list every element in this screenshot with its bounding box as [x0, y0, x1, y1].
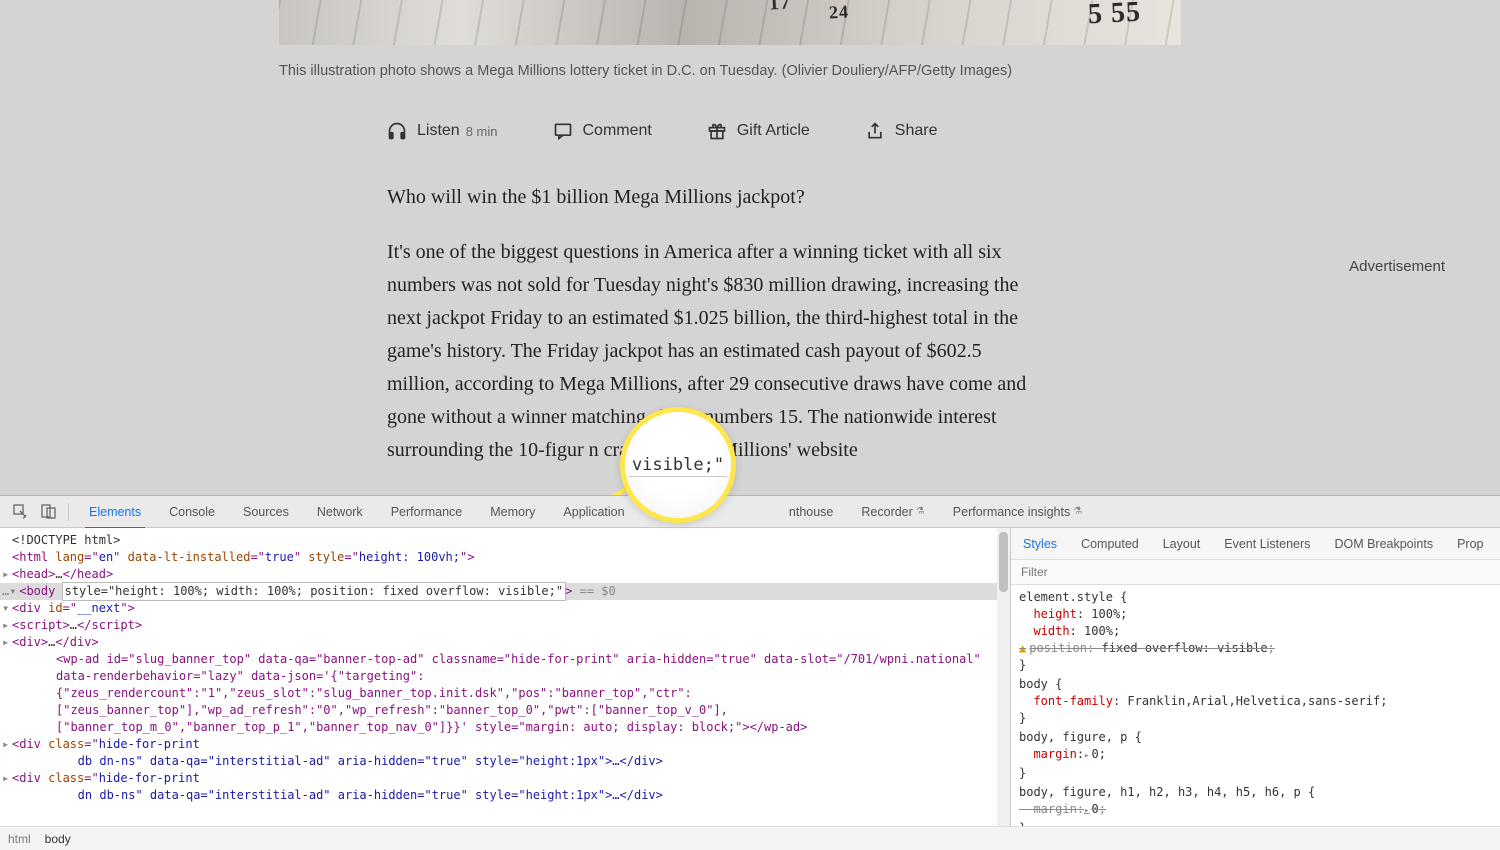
tab-sources[interactable]: Sources — [229, 496, 303, 528]
article-column: 17 24 5 55 This illustration photo shows… — [279, 0, 1181, 489]
devtools-panel: Elements Console Sources Network Perform… — [0, 495, 1500, 850]
css-rule[interactable]: body { font-family: Franklin,Arial,Helve… — [1019, 676, 1492, 727]
scrollbar-vertical[interactable] — [997, 528, 1010, 826]
listen-button[interactable]: Listen 8 min — [387, 121, 498, 141]
tab-performance[interactable]: Performance — [377, 496, 477, 528]
headphones-icon — [387, 121, 407, 141]
tab-perf-insights-label: Performance insights — [953, 505, 1070, 519]
tab-application[interactable]: Application — [549, 496, 638, 528]
magnifier-callout: visible;" — [620, 407, 736, 523]
tab-performance-insights[interactable]: Performance insights⚗ — [939, 496, 1096, 528]
listen-duration: 8 min — [466, 124, 498, 139]
dom-line[interactable]: ▸<div class="hide-for-print — [0, 770, 1010, 787]
device-toggle-icon[interactable] — [39, 503, 57, 521]
image-caption: This illustration photo shows a Mega Mil… — [279, 63, 1181, 79]
styles-panel: Styles Computed Layout Event Listeners D… — [1010, 528, 1500, 826]
styles-filter-input[interactable] — [1011, 560, 1500, 584]
crumb-html[interactable]: html — [8, 832, 31, 846]
dom-line[interactable]: ▾<div id="__next"> — [0, 600, 1010, 617]
breadcrumbs: html body — [0, 826, 1500, 850]
experimental-icon: ⚗ — [916, 506, 925, 517]
css-rule[interactable]: body, figure, h1, h2, h3, h4, h5, h6, p … — [1019, 784, 1492, 826]
ticket-number: 5 55 — [1087, 0, 1142, 31]
article-lead: Who will win the $1 billion Mega Million… — [387, 181, 1047, 214]
tab-event-listeners[interactable]: Event Listeners — [1212, 528, 1322, 560]
dom-line[interactable]: ▸<div class="hide-for-print — [0, 736, 1010, 753]
tab-elements[interactable]: Elements — [75, 496, 155, 528]
styles-filter — [1011, 560, 1500, 585]
tab-console[interactable]: Console — [155, 496, 229, 528]
style-edit-box[interactable]: style="height: 100%; width: 100%; positi… — [63, 583, 566, 600]
css-rule[interactable]: element.style { height: 100%; width: 100… — [1019, 589, 1492, 674]
dom-line[interactable]: <html lang="en" data-lt-installed="true"… — [0, 549, 1010, 566]
divider — [68, 503, 69, 521]
comment-label: Comment — [583, 122, 652, 140]
dom-tree-panel[interactable]: <!DOCTYPE html> <html lang="en" data-lt-… — [0, 528, 1010, 826]
gift-button[interactable]: Gift Article — [707, 121, 810, 141]
magnifier-text: visible;" — [629, 454, 727, 477]
advertisement-label: Advertisement — [1349, 258, 1445, 275]
share-label: Share — [895, 122, 938, 140]
article-hero-image: 17 24 5 55 — [279, 0, 1181, 45]
tab-memory[interactable]: Memory — [476, 496, 549, 528]
tab-recorder[interactable]: Recorder ⚗ — [847, 496, 938, 528]
dom-line[interactable]: dn db-ns" data-qa="interstitial-ad" aria… — [0, 787, 1010, 804]
dom-line[interactable]: <wp-ad id="slug_banner_top" data-qa="ban… — [0, 651, 1010, 736]
scroll-thumb[interactable] — [999, 532, 1008, 592]
inspect-tool-icon[interactable] — [11, 503, 29, 521]
article-actions-bar: Listen 8 min Comment Gift Article Share — [387, 121, 1181, 141]
styles-tabs: Styles Computed Layout Event Listeners D… — [1011, 528, 1500, 560]
comment-icon — [553, 121, 573, 141]
dom-line[interactable]: ▸<head>…</head> — [0, 566, 1010, 583]
styles-rules[interactable]: element.style { height: 100%; width: 100… — [1011, 585, 1500, 826]
tab-properties[interactable]: Prop — [1445, 528, 1495, 560]
css-rule[interactable]: body, figure, p { margin:▸0; } — [1019, 729, 1492, 782]
dom-line[interactable]: db dn-ns" data-qa="interstitial-ad" aria… — [0, 753, 1010, 770]
listen-label: Listen — [417, 122, 460, 140]
tab-styles[interactable]: Styles — [1011, 528, 1069, 560]
warning-icon: ▲ — [1019, 641, 1026, 655]
tab-computed[interactable]: Computed — [1069, 528, 1151, 560]
webpage-viewport: 17 24 5 55 This illustration photo shows… — [0, 0, 1500, 495]
crumb-body[interactable]: body — [45, 832, 71, 846]
tab-recorder-label: Recorder — [861, 505, 912, 519]
dom-line[interactable]: ▸<script>…</script> — [0, 617, 1010, 634]
dom-line-selected[interactable]: …▾<body style="height: 100%; width: 100%… — [0, 583, 1010, 600]
tab-lighthouse-partial[interactable]: nthouse — [775, 496, 847, 528]
dom-line[interactable]: ▸<div>…</div> — [0, 634, 1010, 651]
devtools-body: <!DOCTYPE html> <html lang="en" data-lt-… — [0, 528, 1500, 826]
experimental-icon: ⚗ — [1073, 506, 1082, 517]
tab-dom-breakpoints[interactable]: DOM Breakpoints — [1322, 528, 1445, 560]
comment-button[interactable]: Comment — [553, 121, 652, 141]
gift-label: Gift Article — [737, 122, 810, 140]
share-icon — [865, 121, 885, 141]
dom-line[interactable]: <!DOCTYPE html> — [0, 532, 1010, 549]
tab-network[interactable]: Network — [303, 496, 377, 528]
tab-layout[interactable]: Layout — [1151, 528, 1213, 560]
gift-icon — [707, 121, 727, 141]
share-button[interactable]: Share — [865, 121, 938, 141]
devtools-tabs: Elements Console Sources Network Perform… — [0, 496, 1500, 528]
ticket-number: 24 — [828, 1, 849, 23]
ticket-number: 17 — [768, 0, 791, 16]
